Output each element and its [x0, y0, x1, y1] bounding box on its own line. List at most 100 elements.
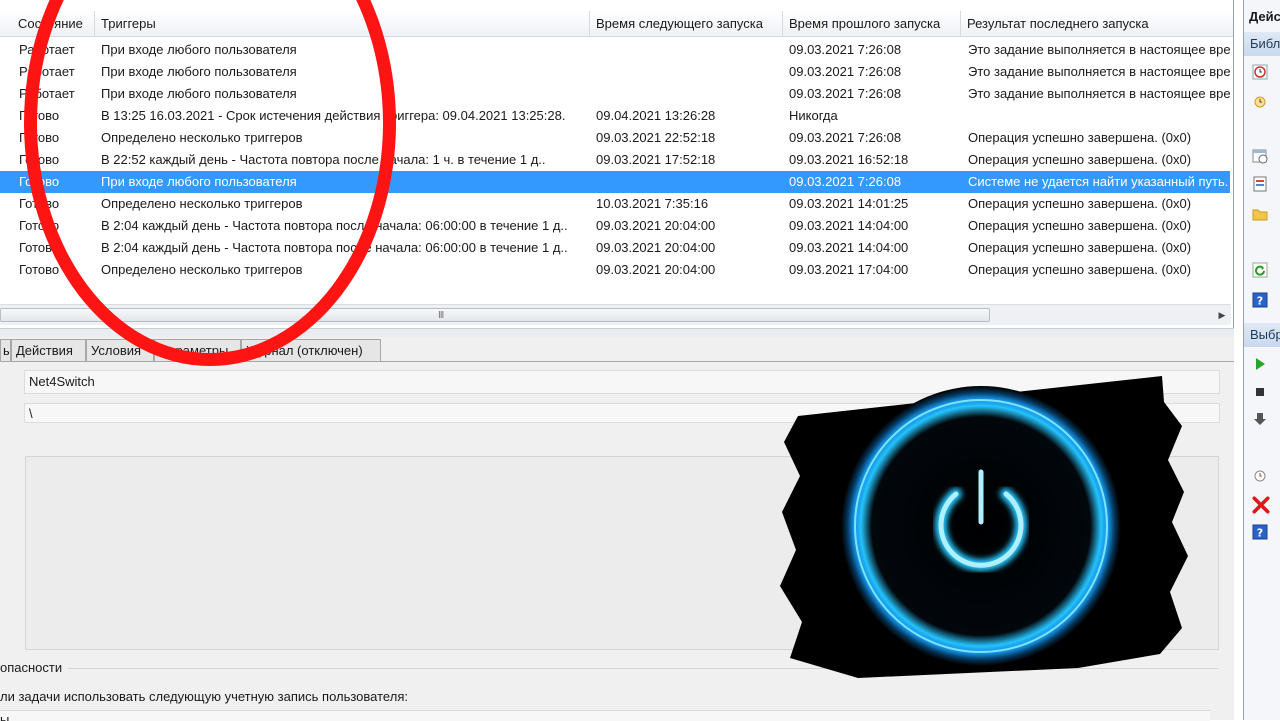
column-header-triggers[interactable]: Триггеры: [95, 11, 590, 36]
history-icon[interactable]: [1252, 176, 1268, 192]
create-task-icon[interactable]: [1252, 93, 1268, 109]
cell-next-run: 09.03.2021 20:04:00: [596, 262, 716, 277]
task-table-body: Работает При входе любого пользователя 09.…: [0, 39, 1232, 303]
cell-status: Готово: [19, 108, 60, 123]
table-row[interactable]: Работает При входе любого пользователя 09.…: [0, 39, 1230, 61]
cell-next-run: 09.04.2021 13:26:28: [596, 108, 716, 123]
task-description-field[interactable]: [25, 456, 1219, 650]
help-icon[interactable]: ?: [1252, 524, 1268, 540]
cell-last-result: Операция успешно завершена. (0x0): [968, 130, 1192, 145]
tab-actions[interactable]: Действия: [11, 339, 86, 361]
stop-icon[interactable]: [1252, 384, 1268, 400]
cell-last-run: 09.03.2021 14:04:00: [789, 240, 909, 255]
cell-trigger: В 22:52 каждый день - Частота повтора по…: [101, 152, 546, 167]
cell-status: Готово: [19, 240, 60, 255]
scrollbar-thumb[interactable]: III: [0, 308, 990, 322]
cell-next-run: 09.03.2021 20:04:00: [596, 240, 716, 255]
refresh-icon[interactable]: [1252, 262, 1268, 278]
cell-trigger: В 2:04 каждый день - Частота повтора пос…: [101, 218, 568, 233]
svg-text:?: ?: [1257, 295, 1263, 308]
cell-status: Работает: [19, 64, 75, 79]
cell-trigger: Определено несколько триггеров: [101, 262, 303, 277]
cell-status: Готово: [19, 262, 60, 277]
table-row[interactable]: Готово В 13:25 16.03.2021 - Срок истечени…: [0, 105, 1230, 127]
cell-status: Готово: [19, 218, 60, 233]
table-row[interactable]: Готово Определено несколько триггеров 09.0…: [0, 127, 1230, 149]
cell-next-run: 09.03.2021 20:04:00: [596, 218, 716, 233]
cell-last-run: 09.03.2021 16:52:18: [789, 152, 909, 167]
table-row[interactable]: Готово В 22:52 каждый день - Частота повт…: [0, 149, 1230, 171]
cell-last-result: Операция успешно завершена. (0x0): [968, 240, 1192, 255]
clock-icon[interactable]: [1252, 64, 1268, 80]
run-icon[interactable]: [1252, 356, 1268, 372]
cell-last-result: Это задание выполняется в настоящее врем…: [968, 42, 1230, 57]
cell-status: Работает: [19, 86, 75, 101]
cell-trigger: При входе любого пользователя: [101, 42, 297, 57]
column-header-last-result[interactable]: Результат последнего запуска: [961, 11, 1233, 36]
cell-status: Готово: [19, 196, 60, 211]
security-options-label: опасности: [0, 660, 63, 675]
column-header-next-run[interactable]: Время следующего запуска: [590, 11, 783, 36]
column-header-status[interactable]: Состояние: [12, 11, 95, 36]
cell-last-run: 09.03.2021 7:26:08: [789, 42, 902, 57]
group-divider: [68, 668, 1218, 669]
help-icon[interactable]: ?: [1252, 292, 1268, 308]
horizontal-scrollbar[interactable]: III ▶: [0, 304, 1231, 325]
cell-last-result: Операция успешно завершена. (0x0): [968, 152, 1192, 167]
svg-text:?: ?: [1257, 527, 1263, 540]
table-row[interactable]: Работает При входе любого пользователя 09.…: [0, 83, 1230, 105]
cell-last-result: Операция успешно завершена. (0x0): [968, 218, 1192, 233]
cell-status: Готово: [19, 174, 60, 189]
table-row[interactable]: Готово При входе любого пользователя 09.03…: [0, 171, 1230, 193]
cell-last-run: 09.03.2021 7:26:08: [789, 64, 902, 79]
delete-icon[interactable]: [1252, 496, 1270, 514]
cell-trigger: В 13:25 16.03.2021 - Срок истечения дейс…: [101, 108, 566, 123]
column-header-last-run[interactable]: Время прошлого запуска: [783, 11, 961, 36]
disable-icon[interactable]: [1252, 411, 1268, 427]
cell-last-result: Это задание выполняется в настоящее врем…: [968, 64, 1230, 79]
cell-trigger: Определено несколько триггеров: [101, 130, 303, 145]
task-name-field[interactable]: Net4Switch: [24, 370, 1220, 394]
cell-last-run: 09.03.2021 17:04:00: [789, 262, 909, 277]
table-row[interactable]: Готово В 2:04 каждый день - Частота повто…: [0, 215, 1230, 237]
tab-log-disabled[interactable]: Журнал (отключен): [241, 339, 381, 361]
table-row[interactable]: Готово Определено несколько триггеров 09.0…: [0, 259, 1230, 281]
cell-last-run: 09.03.2021 7:26:08: [789, 174, 902, 189]
folder-icon[interactable]: [1252, 206, 1268, 222]
cell-last-run: Никогда: [789, 108, 838, 123]
section-task-scheduler-library[interactable]: Библиотека планировщика заданий: [1244, 32, 1280, 56]
cell-next-run: 10.03.2021 7:35:16: [596, 196, 709, 211]
table-header: Состояние Триггеры Время следующего запу…: [0, 11, 1233, 37]
cell-trigger: При входе любого пользователя: [101, 86, 297, 101]
section-selected-item[interactable]: Выбранный элемент: [1244, 323, 1280, 347]
cell-trigger: При входе любого пользователя: [101, 174, 297, 189]
user-account-field: ы: [0, 710, 1210, 721]
scroll-right-arrow-icon[interactable]: ▶: [1214, 306, 1230, 324]
tab-divider: [0, 361, 1234, 362]
cell-trigger: При входе любого пользователя: [101, 64, 297, 79]
cell-status: Готово: [19, 152, 60, 167]
properties-icon[interactable]: [1252, 468, 1268, 484]
tab-conditions[interactable]: Условия: [86, 339, 154, 361]
actions-pane-title: Действия: [1249, 9, 1280, 24]
cell-last-result: Это задание выполняется в настоящее врем…: [968, 86, 1230, 101]
account-label: ли задачи использовать следующую учетную…: [0, 689, 408, 704]
cell-trigger: В 2:04 каждый день - Частота повтора пос…: [101, 240, 568, 255]
scrollbar-grip: III: [438, 310, 444, 321]
cell-last-run: 09.03.2021 7:26:08: [789, 130, 902, 145]
cell-last-result: Операция успешно завершена. (0x0): [968, 196, 1192, 211]
tab-general[interactable]: ы: [0, 339, 11, 361]
cell-last-run: 09.03.2021 7:26:08: [789, 86, 902, 101]
cell-last-result: Системе не удается найти указанный путь.: [968, 174, 1229, 189]
cell-last-result: Операция успешно завершена. (0x0): [968, 262, 1192, 277]
cell-last-run: 09.03.2021 14:04:00: [789, 218, 909, 233]
table-row[interactable]: Готово В 2:04 каждый день - Частота повто…: [0, 237, 1230, 259]
tab-parameters[interactable]: Параметры: [154, 339, 241, 361]
cell-status: Готово: [19, 130, 60, 145]
task-location-field[interactable]: \: [24, 403, 1220, 423]
table-row[interactable]: Готово Определено несколько триггеров 10.0…: [0, 193, 1230, 215]
table-row[interactable]: Работает При входе любого пользователя 09.…: [0, 61, 1230, 83]
cell-next-run: 09.03.2021 22:52:18: [596, 130, 716, 145]
show-running-icon[interactable]: [1252, 148, 1268, 164]
cell-status: Работает: [19, 42, 75, 57]
